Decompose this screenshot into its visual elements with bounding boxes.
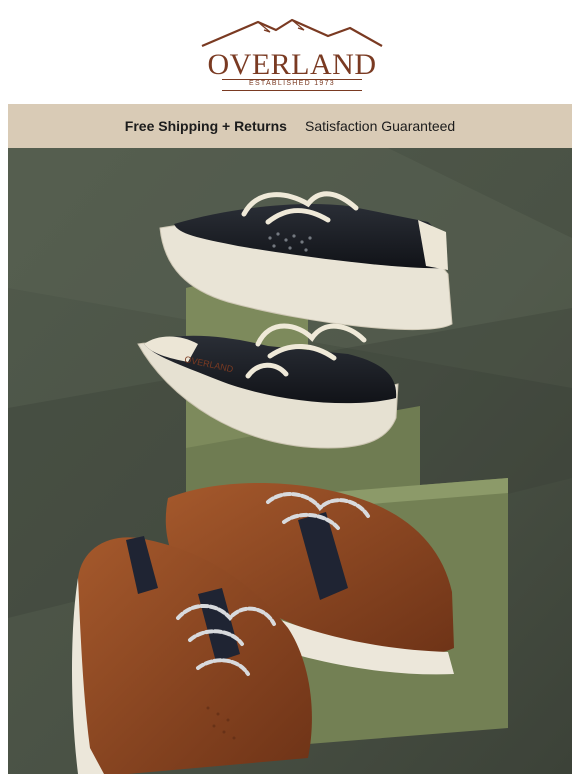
logo-rule-bottom bbox=[222, 90, 362, 91]
satisfaction-text[interactable]: Satisfaction Guaranteed bbox=[305, 118, 455, 134]
overland-logo[interactable]: OVERLAND ESTABLISHED 1973 bbox=[200, 16, 384, 92]
hero-image[interactable]: OVERLAND bbox=[8, 148, 572, 774]
mountain-icon bbox=[201, 18, 383, 48]
logo-tagline: ESTABLISHED 1973 bbox=[248, 80, 336, 87]
promo-bar: Free Shipping + Returns Satisfaction Gua… bbox=[8, 104, 572, 148]
email-header: OVERLAND ESTABLISHED 1973 bbox=[0, 0, 580, 102]
sneakers-illustration: OVERLAND bbox=[8, 148, 572, 774]
logo-wordmark: OVERLAND bbox=[207, 48, 377, 81]
free-shipping-text[interactable]: Free Shipping + Returns bbox=[125, 118, 287, 134]
